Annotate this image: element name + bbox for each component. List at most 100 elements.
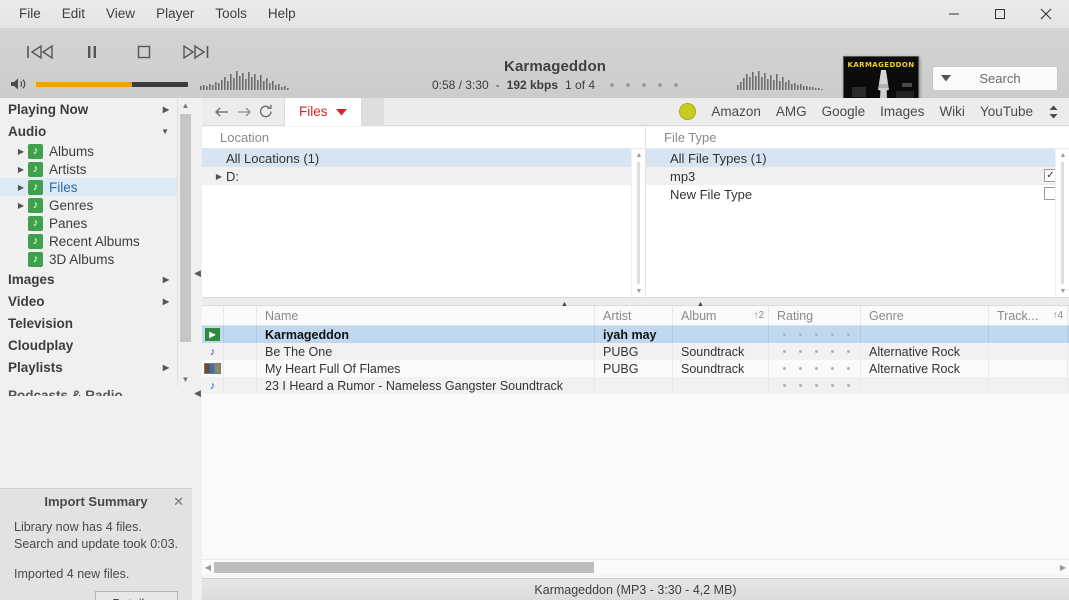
scrollbar-track[interactable] bbox=[637, 162, 640, 284]
sidebar-clipped-item[interactable]: Podcasts & Radio bbox=[0, 384, 177, 397]
pause-button[interactable] bbox=[74, 38, 110, 66]
sidebar-item-cloudplay[interactable]: Cloudplay bbox=[0, 334, 177, 356]
sidebar-item-genres[interactable]: ▶ ♪ Genres bbox=[0, 196, 177, 214]
location-row-d-drive[interactable]: ▶ D: bbox=[202, 167, 645, 185]
column-header-rating[interactable]: Rating bbox=[769, 306, 861, 325]
link-amg[interactable]: AMG bbox=[776, 104, 807, 119]
scroll-up-icon[interactable]: ▲ bbox=[632, 149, 646, 161]
menu-item-tools[interactable]: Tools bbox=[206, 3, 256, 25]
column-header-album[interactable]: Album ↑2 bbox=[673, 306, 769, 325]
stop-button[interactable] bbox=[126, 38, 162, 66]
sidebar-item-panes[interactable]: ♪ Panes bbox=[0, 214, 177, 232]
sidebar-item-television[interactable]: Television bbox=[0, 312, 177, 334]
link-google[interactable]: Google bbox=[822, 104, 866, 119]
volume-control[interactable] bbox=[10, 76, 188, 92]
row-rating[interactable] bbox=[769, 343, 861, 360]
chevron-right-icon[interactable]: ▶ bbox=[163, 363, 177, 372]
chevron-down-icon[interactable] bbox=[335, 104, 347, 119]
sidebar-item-images[interactable]: Images ▶ bbox=[0, 268, 177, 290]
location-pane-scrollbar[interactable]: ▲ ▼ bbox=[631, 149, 645, 297]
minimize-button[interactable] bbox=[931, 0, 977, 28]
chevron-down-icon[interactable] bbox=[933, 75, 959, 82]
sidebar-item-video[interactable]: Video ▶ bbox=[0, 290, 177, 312]
scroll-up-icon[interactable]: ▲ bbox=[178, 98, 193, 112]
rating-dots[interactable] bbox=[777, 350, 850, 353]
link-wiki[interactable]: Wiki bbox=[939, 104, 965, 119]
menu-item-help[interactable]: Help bbox=[259, 3, 305, 25]
table-row[interactable]: ♪ Be The One PUBG Soundtrack Alternative… bbox=[202, 343, 1069, 360]
close-button[interactable] bbox=[1023, 0, 1069, 28]
back-arrow-icon[interactable] bbox=[212, 102, 232, 122]
sidebar-splitter-top[interactable]: ◀ bbox=[193, 264, 202, 282]
sidebar-scrollbar[interactable]: ▲ ▼ bbox=[177, 98, 192, 386]
expander-icon[interactable]: ▶ bbox=[14, 165, 28, 174]
expander-icon[interactable]: ▶ bbox=[212, 172, 226, 181]
menu-item-view[interactable]: View bbox=[97, 3, 144, 25]
scroll-down-icon[interactable]: ▼ bbox=[632, 285, 646, 297]
expander-icon[interactable]: ▶ bbox=[14, 183, 28, 192]
volume-slider[interactable] bbox=[36, 81, 188, 87]
sidebar-item-artists[interactable]: ▶ ♪ Artists bbox=[0, 160, 177, 178]
column-header-blank[interactable] bbox=[224, 306, 257, 325]
rating-dots[interactable] bbox=[777, 367, 850, 370]
link-amazon[interactable]: Amazon bbox=[711, 104, 761, 119]
up-down-arrows-icon[interactable] bbox=[1048, 105, 1059, 119]
expander-icon[interactable]: ▶ bbox=[14, 147, 28, 156]
sidebar-item-audio[interactable]: Audio ▼ bbox=[0, 120, 177, 142]
filetype-row-new[interactable]: New File Type bbox=[646, 185, 1069, 203]
column-header-name[interactable]: Name bbox=[257, 306, 595, 325]
details-button[interactable]: Details... bbox=[95, 591, 178, 600]
filetype-row-mp3[interactable]: mp3 ✓ bbox=[646, 167, 1069, 185]
close-icon[interactable]: ✕ bbox=[173, 494, 184, 510]
row-rating[interactable] bbox=[769, 377, 861, 394]
chevron-right-icon[interactable]: ▶ bbox=[163, 275, 177, 284]
sidebar-item-recent-albums[interactable]: ♪ Recent Albums bbox=[0, 232, 177, 250]
link-images[interactable]: Images bbox=[880, 104, 924, 119]
scroll-up-icon[interactable]: ▲ bbox=[1056, 149, 1069, 161]
forward-arrow-icon[interactable] bbox=[234, 102, 254, 122]
previous-track-button[interactable] bbox=[22, 38, 58, 66]
sidebar-item-3d-albums[interactable]: ♪ 3D Albums bbox=[0, 250, 177, 268]
table-row[interactable]: My Heart Full Of Flames PUBG Soundtrack … bbox=[202, 360, 1069, 377]
tab-new-button[interactable] bbox=[361, 97, 384, 126]
scrollbar-thumb[interactable] bbox=[180, 114, 191, 342]
filetype-pane-scrollbar[interactable]: ▲ ▼ bbox=[1055, 149, 1069, 297]
next-track-button[interactable] bbox=[178, 38, 214, 66]
chevron-right-icon[interactable]: ▶ bbox=[163, 105, 177, 114]
scrollbar-track[interactable] bbox=[214, 561, 1057, 573]
scrollbar-track[interactable] bbox=[1061, 162, 1064, 284]
chevron-right-icon[interactable]: ▶ bbox=[163, 297, 177, 306]
column-header-genre[interactable]: Genre bbox=[861, 306, 989, 325]
horizontal-splitter[interactable]: ▲ ▲ bbox=[202, 297, 1069, 309]
album-art-thumbnail[interactable]: KARMAGEDDON bbox=[843, 56, 919, 104]
column-header-icon[interactable] bbox=[202, 306, 224, 325]
scroll-right-icon[interactable]: ▶ bbox=[1057, 563, 1069, 572]
search-box[interactable]: Search bbox=[932, 66, 1058, 91]
table-row[interactable]: ▶ Karmageddon iyah may bbox=[202, 326, 1069, 343]
search-input[interactable]: Search bbox=[959, 71, 1057, 86]
tab-files[interactable]: Files bbox=[284, 97, 362, 126]
sidebar-item-playlists[interactable]: Playlists ▶ bbox=[0, 356, 177, 378]
scrollbar-thumb[interactable] bbox=[214, 561, 594, 573]
scroll-down-icon[interactable]: ▼ bbox=[1056, 285, 1069, 297]
column-header-track[interactable]: Track... ↑4 bbox=[989, 306, 1068, 325]
sidebar-item-files[interactable]: ▶ ♪ Files bbox=[0, 178, 177, 196]
column-header-artist[interactable]: Artist bbox=[595, 306, 673, 325]
refresh-icon[interactable] bbox=[256, 102, 276, 122]
link-youtube[interactable]: YouTube bbox=[980, 104, 1033, 119]
row-rating[interactable] bbox=[769, 326, 861, 343]
menu-item-player[interactable]: Player bbox=[147, 3, 203, 25]
row-rating[interactable] bbox=[769, 360, 861, 377]
expander-icon[interactable]: ▶ bbox=[14, 201, 28, 210]
menu-item-file[interactable]: File bbox=[10, 3, 50, 25]
scroll-down-icon[interactable]: ▼ bbox=[178, 372, 193, 386]
scroll-left-icon[interactable]: ◀ bbox=[202, 563, 214, 572]
sidebar-item-albums[interactable]: ▶ ♪ Albums bbox=[0, 142, 177, 160]
file-list-horizontal-scrollbar[interactable]: ◀ ▶ bbox=[202, 559, 1069, 574]
maximize-button[interactable] bbox=[977, 0, 1023, 28]
rating-dots[interactable] bbox=[777, 333, 850, 336]
chevron-down-icon[interactable]: ▼ bbox=[161, 127, 177, 136]
play-icon[interactable]: ▶ bbox=[205, 328, 220, 341]
rating-dots[interactable] bbox=[777, 384, 850, 387]
table-row[interactable]: ♪ 23 I Heard a Rumor - Nameless Gangster… bbox=[202, 377, 1069, 394]
